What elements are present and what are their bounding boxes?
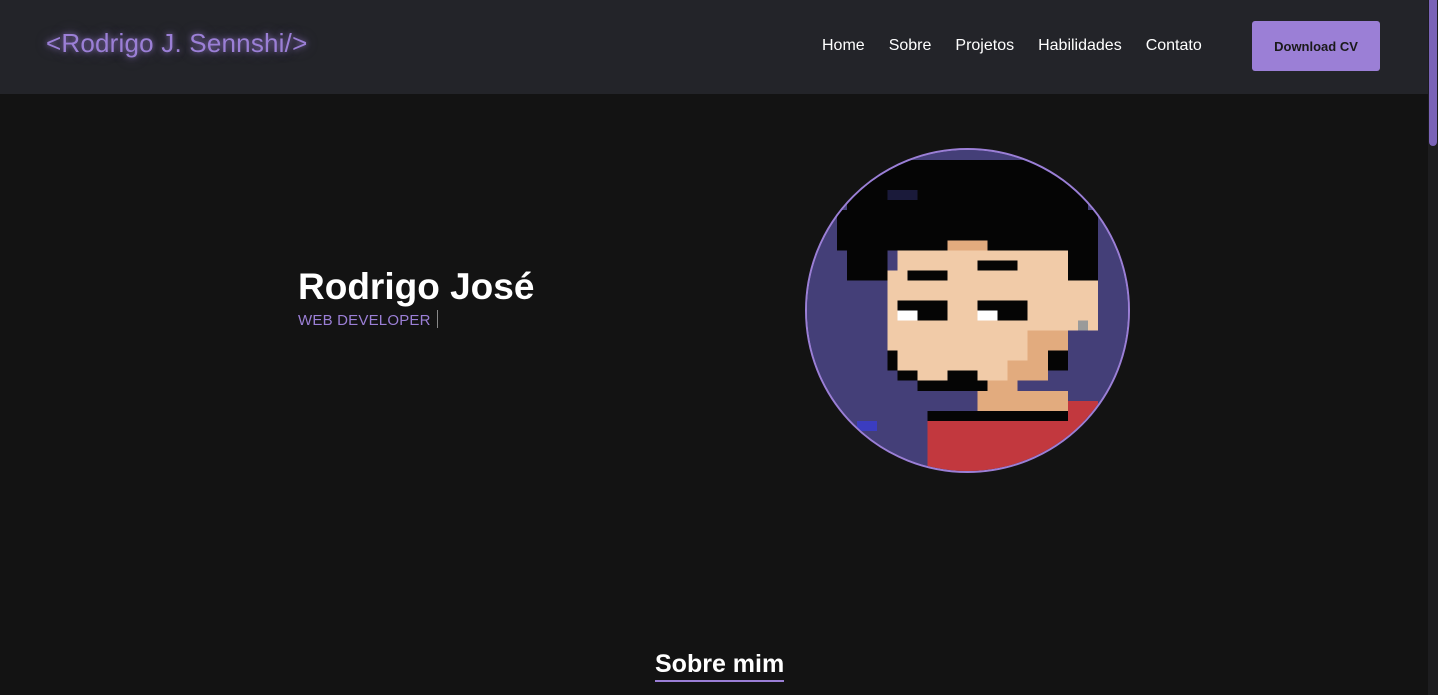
- nav-item-sobre[interactable]: Sobre: [889, 37, 932, 55]
- hero-role: WEB DEVELOPER: [298, 312, 431, 329]
- main-nav: Home Sobre Projetos Habilidades Contato: [822, 37, 1202, 55]
- avatar: [805, 148, 1130, 473]
- nav-item-contato[interactable]: Contato: [1146, 37, 1202, 55]
- site-header: <Rodrigo J. Sennshi/> Home Sobre Projeto…: [0, 0, 1428, 94]
- typing-caret: [436, 310, 438, 328]
- hero-name: Rodrigo José: [298, 266, 535, 307]
- page-scrollbar[interactable]: [1428, 0, 1438, 695]
- page: <Rodrigo J. Sennshi/> Home Sobre Projeto…: [0, 0, 1438, 695]
- nav-item-habilidades[interactable]: Habilidades: [1038, 37, 1122, 55]
- site-logo[interactable]: <Rodrigo J. Sennshi/>: [46, 28, 307, 59]
- nav-item-home[interactable]: Home: [822, 37, 865, 55]
- pixel-art-avatar-icon: [807, 150, 1128, 471]
- hero-role-line: WEB DEVELOPER: [298, 310, 438, 329]
- about-section-title: Sobre mim: [655, 650, 785, 682]
- nav-item-projetos[interactable]: Projetos: [955, 37, 1014, 55]
- scrollbar-thumb[interactable]: [1429, 0, 1437, 146]
- download-cv-button[interactable]: Download CV: [1252, 21, 1380, 71]
